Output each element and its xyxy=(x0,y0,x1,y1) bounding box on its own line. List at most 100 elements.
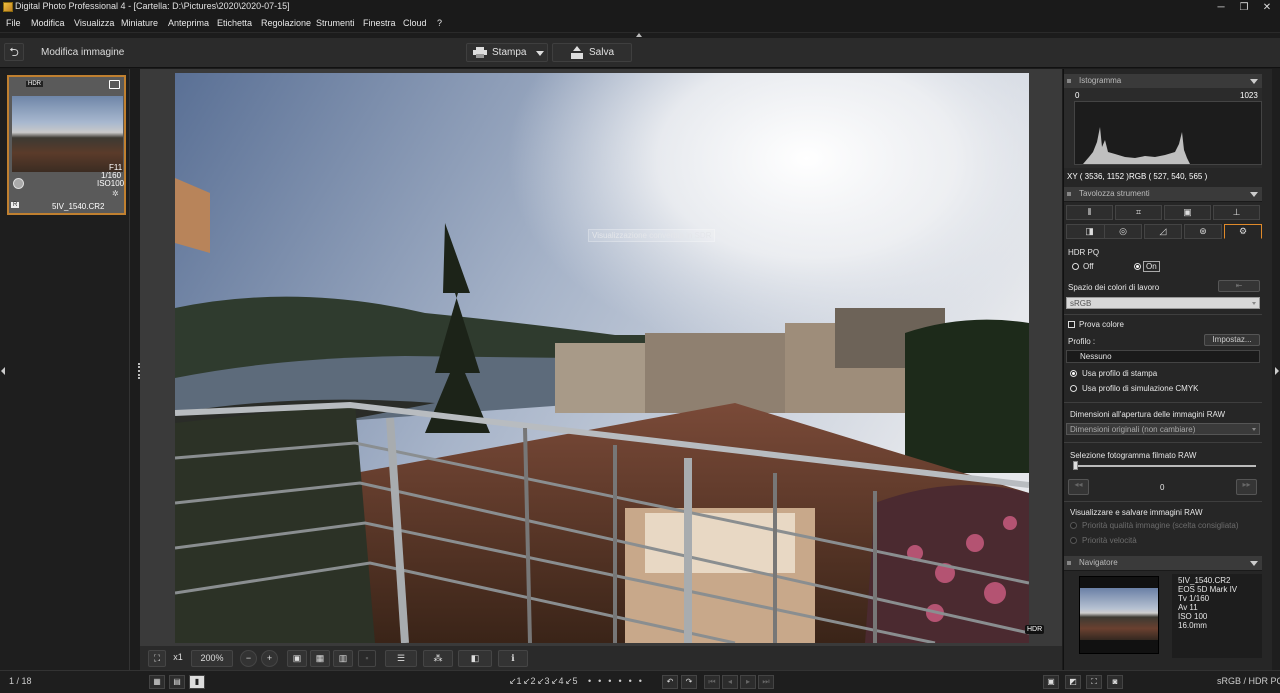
tab-color[interactable]: ◎ xyxy=(1104,224,1142,239)
rating-2[interactable]: ↙2 xyxy=(523,676,536,687)
list-view-icon[interactable]: ▤ xyxy=(169,675,185,689)
grid-display-button[interactable]: ▦ xyxy=(310,650,330,667)
print-button[interactable]: Stampa xyxy=(466,43,548,62)
zoom-in-button[interactable]: + xyxy=(261,650,278,667)
left-panel-toggle-icon[interactable] xyxy=(1,367,5,375)
back-button[interactable]: ⮌ xyxy=(4,43,24,61)
working-space-label: Spazio dei colori di lavoro xyxy=(1068,283,1160,292)
frame-slider-thumb[interactable] xyxy=(1073,461,1078,470)
tab-basic-adjust[interactable]: ⫴ xyxy=(1066,205,1113,220)
highlight-warning-button[interactable]: ⁂ xyxy=(423,650,453,667)
color-label-dots[interactable]: •••••• xyxy=(588,676,649,686)
speed-radio[interactable] xyxy=(1070,537,1077,544)
frame-value: 0 xyxy=(1160,483,1165,492)
hdr-pq-on-radio[interactable] xyxy=(1134,263,1141,270)
softproof-checkbox[interactable] xyxy=(1068,321,1075,328)
fit-screen-button[interactable]: ⛶ xyxy=(148,650,166,667)
last-image-icon[interactable]: ⏭ xyxy=(758,675,774,689)
next-image-icon[interactable]: ▸ xyxy=(740,675,756,689)
menu-visualizza[interactable]: Visualizza xyxy=(74,18,114,28)
menu-finestra[interactable]: Finestra xyxy=(363,18,396,28)
print-dropdown-icon[interactable] xyxy=(536,51,544,56)
single-view-icon[interactable]: ▮ xyxy=(189,675,205,689)
chevron-down-icon[interactable] xyxy=(1250,561,1258,566)
rotate-left-icon[interactable]: ↶ xyxy=(662,675,678,689)
zoom-select[interactable]: 200% xyxy=(191,650,233,667)
close-button[interactable]: ✕ xyxy=(1252,0,1280,15)
first-image-icon[interactable]: ⏮ xyxy=(704,675,720,689)
menu-file[interactable]: File xyxy=(6,18,21,28)
tool-palette-header[interactable]: Tavolozza strumenti xyxy=(1064,187,1262,202)
disabled-tool-button[interactable]: ▪ xyxy=(358,650,376,667)
grid-view-icon[interactable]: ▦ xyxy=(149,675,165,689)
cmyk-profile-radio[interactable] xyxy=(1070,385,1077,392)
collapse-toolbar-icon[interactable] xyxy=(636,33,642,37)
raw-size-select[interactable]: Dimensioni originali (non cambiare) xyxy=(1066,423,1260,435)
tab-picture-style[interactable]: ▣ xyxy=(1164,205,1211,220)
working-space-select[interactable]: sRGB xyxy=(1066,297,1260,309)
rating-5[interactable]: ↙5 xyxy=(565,676,578,687)
app-icon xyxy=(3,2,13,12)
cmyk-profile-label: Usa profilo di simulazione CMYK xyxy=(1082,384,1199,393)
layout-icon[interactable]: ▣ xyxy=(1043,675,1059,689)
hdr-badge: HDR xyxy=(26,81,43,87)
histogram-header[interactable]: Istogramma xyxy=(1064,74,1262,89)
frame-slider-track[interactable] xyxy=(1073,465,1256,467)
next-frame-button[interactable]: ▸▸ xyxy=(1236,479,1257,495)
menu-etichetta[interactable]: Etichetta xyxy=(217,18,252,28)
layout-button[interactable]: ☰ xyxy=(385,650,417,667)
histogram-plot xyxy=(1074,101,1262,165)
chevron-down-icon[interactable] xyxy=(1250,192,1258,197)
prev-frame-button[interactable]: ◂◂ xyxy=(1068,479,1089,495)
navigator-image[interactable] xyxy=(1080,588,1158,640)
menu-miniature[interactable]: Miniature xyxy=(121,18,158,28)
view-save-label: Visualizzare e salvare immagini RAW xyxy=(1070,508,1203,517)
save-icon xyxy=(571,46,583,59)
af-point-button[interactable]: ▣ xyxy=(287,650,307,667)
ratio-button[interactable]: x1 xyxy=(169,650,187,667)
save-button[interactable]: Salva xyxy=(552,43,632,62)
nav-av: Av 11 xyxy=(1178,603,1198,612)
menu-help[interactable]: ? xyxy=(437,18,442,28)
menu-modifica[interactable]: Modifica xyxy=(31,18,65,28)
edit-icon xyxy=(109,80,120,89)
speed-label: Priorità velocità xyxy=(1082,536,1137,545)
menu-regolazione[interactable]: Regolazione xyxy=(261,18,311,28)
info-button[interactable]: ℹ xyxy=(498,650,528,667)
print-profile-radio[interactable] xyxy=(1070,370,1077,377)
profile-settings-button[interactable]: Impostaz... xyxy=(1204,334,1260,346)
working-space-apply-button[interactable]: ⇤ xyxy=(1218,280,1260,292)
nav-tv: Tv 1/160 xyxy=(1178,594,1210,603)
hdr-pq-off-radio[interactable] xyxy=(1072,263,1079,270)
camera-icon xyxy=(13,178,24,189)
tab-lens[interactable]: ⊥ xyxy=(1213,205,1260,220)
fullscreen-icon[interactable]: ⛶ xyxy=(1086,675,1102,689)
tab-curve[interactable]: ◿ xyxy=(1144,224,1182,239)
chevron-down-icon[interactable] xyxy=(1250,79,1258,84)
compare-button[interactable]: ▥ xyxy=(333,650,353,667)
main-image[interactable] xyxy=(175,73,1029,643)
prev-image-icon[interactable]: ◂ xyxy=(722,675,738,689)
menu-cloud[interactable]: Cloud xyxy=(403,18,427,28)
color-mode-button[interactable]: ◧ xyxy=(458,650,492,667)
thumbnail-card[interactable]: HDR F11 1/160 ISO100 ✲ R 5IV_1540.CR2 xyxy=(7,75,126,215)
rotate-right-icon[interactable]: ↷ xyxy=(681,675,697,689)
rating-3[interactable]: ↙3 xyxy=(537,676,550,687)
tab-settings[interactable]: ⚙ xyxy=(1224,224,1262,239)
high-quality-radio[interactable] xyxy=(1070,522,1077,529)
navigator-info: 5IV_1540.CR2 EOS 5D Mark IV Tv 1/160 Av … xyxy=(1172,574,1262,658)
image-count: 1 / 18 xyxy=(9,676,32,686)
thumbnail-image xyxy=(12,96,123,172)
menu-strumenti[interactable]: Strumenti xyxy=(316,18,355,28)
hdr-view-icon[interactable]: ◩ xyxy=(1065,675,1081,689)
camera-link-icon[interactable]: ◙ xyxy=(1107,675,1123,689)
tab-noise[interactable]: ⊛ xyxy=(1184,224,1222,239)
rating-1[interactable]: ↙1 xyxy=(509,676,522,687)
right-panel-toggle-icon[interactable] xyxy=(1275,367,1279,375)
frame-select-label: Selezione fotogramma filmato RAW xyxy=(1070,451,1197,460)
menu-anteprima[interactable]: Anteprima xyxy=(168,18,209,28)
rating-4[interactable]: ↙4 xyxy=(551,676,564,687)
navigator-header[interactable]: Navigatore xyxy=(1064,556,1262,571)
tab-crop[interactable]: ⌗ xyxy=(1115,205,1162,220)
zoom-out-button[interactable]: − xyxy=(240,650,257,667)
